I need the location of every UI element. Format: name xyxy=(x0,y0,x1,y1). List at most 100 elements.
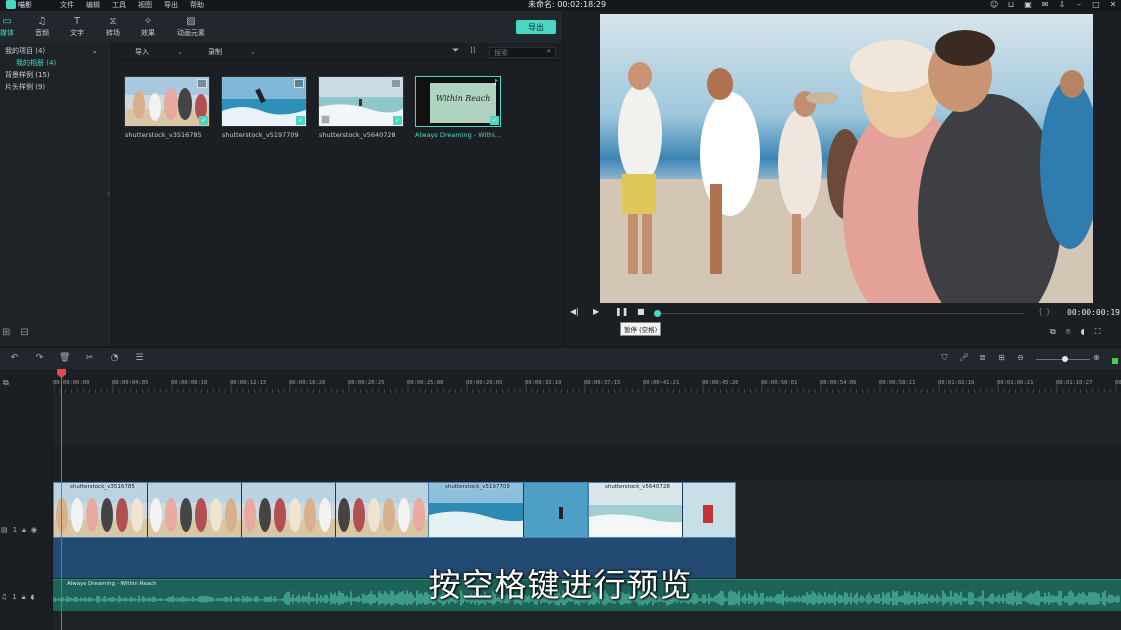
adjust-icon[interactable]: ☰ xyxy=(134,353,145,363)
ruler-label: 00:00:33:10 xyxy=(525,380,562,386)
zoom-out-icon[interactable]: ⊖ xyxy=(1016,353,1025,363)
ruler-label: 00:00:25:00 xyxy=(407,380,444,386)
download-icon[interactable]: ⇩ xyxy=(1058,0,1066,10)
media-item-2[interactable]: ✓ xyxy=(221,76,307,127)
user-icon[interactable]: ☺ xyxy=(990,0,998,10)
ruler-label: 00:00:37:15 xyxy=(584,380,621,386)
new-folder-icon[interactable]: ⊞ xyxy=(2,327,10,338)
sidebar-item-my-album[interactable]: 我的相册 (4) xyxy=(16,58,56,68)
clip-frame-divider xyxy=(147,483,148,537)
tool-audio[interactable]: ♫ 音频 xyxy=(22,15,62,38)
video-clip-2[interactable]: shutterstock_v5197709 xyxy=(428,482,588,538)
cart-icon[interactable]: ⊔ xyxy=(1007,0,1015,10)
progress-handle[interactable] xyxy=(654,310,661,317)
storyboard-icon xyxy=(294,79,304,88)
chevron-down-icon: ⌄ xyxy=(250,48,256,56)
export-button[interactable]: 导出 xyxy=(516,20,556,34)
clip-frame-figure xyxy=(165,498,177,532)
tool-effects[interactable]: ✧ 效果 xyxy=(128,15,168,38)
progress-track[interactable] xyxy=(658,313,1024,314)
clip-frame-figure xyxy=(195,498,207,532)
tool-transition[interactable]: ⧖ 转场 xyxy=(93,15,133,38)
menu-tools[interactable]: 工具 xyxy=(112,0,126,10)
media-item-4[interactable]: Within Reach ♪ ✓ xyxy=(415,76,501,127)
record-dropdown[interactable]: 录制 ⌄ xyxy=(208,47,256,57)
checkmark-icon: ✓ xyxy=(199,116,208,125)
menu-edit[interactable]: 编辑 xyxy=(86,0,100,10)
clip-frame-figure xyxy=(304,498,316,532)
chevron-down-icon[interactable]: ⌄ xyxy=(92,47,98,55)
microphone-icon[interactable]: 🎤︎ xyxy=(959,353,969,363)
volume-icon[interactable]: ◖ xyxy=(1081,327,1085,337)
previous-frame-icon[interactable]: ◀| xyxy=(570,307,579,316)
collapse-panel-icon[interactable]: ‹ xyxy=(107,189,110,198)
ruler-label: 00:00:08:10 xyxy=(171,380,208,386)
play-icon[interactable]: ▶ xyxy=(593,307,599,316)
sidebar-item-intros[interactable]: 片头样例 (9) xyxy=(5,82,45,92)
delete-icon[interactable]: 🗑 xyxy=(59,353,70,363)
sidebar-item-backgrounds[interactable]: 背景样例 (15) xyxy=(5,70,50,80)
pause-tooltip: 暂停 (空格) xyxy=(620,322,662,336)
menu-view[interactable]: 视图 xyxy=(138,0,152,10)
save-icon[interactable]: ▣ xyxy=(1024,0,1032,10)
media-header: 导入 ⌄ 录制 ⌄ ⏷ ⁞⁞ ⌕ xyxy=(113,43,562,61)
menu-help[interactable]: 帮助 xyxy=(190,0,204,10)
clip-3-frames xyxy=(589,483,735,537)
menu-file[interactable]: 文件 xyxy=(60,0,74,10)
grid-view-icon[interactable]: ⁞⁞ xyxy=(470,46,476,56)
clip-frame-divider xyxy=(335,483,336,537)
split-screen-icon[interactable]: ⊞ xyxy=(997,353,1006,363)
filter-icon[interactable]: ⏷ xyxy=(452,46,459,56)
pause-icon[interactable]: ❚❚ xyxy=(615,307,628,316)
undo-icon[interactable]: ↶ xyxy=(9,353,20,363)
sidebar-item-my-projects[interactable]: 我的项目 (4) xyxy=(5,46,45,56)
mark-in-out-icon[interactable]: { } xyxy=(1038,307,1051,316)
delete-folder-icon[interactable]: ⊟ xyxy=(20,327,28,338)
tool-audio-label: 音频 xyxy=(35,29,49,37)
tool-elements[interactable]: ▨ 动画元素 xyxy=(171,15,211,38)
clip-frame-figure xyxy=(413,498,425,532)
media-item-1[interactable]: ✓ xyxy=(124,76,210,127)
zoom-slider-handle[interactable] xyxy=(1062,356,1068,362)
fullscreen-icon[interactable]: ⛶ xyxy=(1095,327,1101,337)
menu-export[interactable]: 导出 xyxy=(164,0,178,10)
search-icon[interactable]: ⌕ xyxy=(547,47,551,56)
tool-text[interactable]: T 文字 xyxy=(57,15,97,38)
video-clip-1[interactable]: shutterstock_v3516785 xyxy=(53,482,429,538)
maximize-icon[interactable]: □ xyxy=(1092,0,1100,10)
cut-icon[interactable]: ✂ xyxy=(84,353,95,363)
storyboard-icon xyxy=(197,79,207,88)
render-preview-icon[interactable]: ⧉ xyxy=(1050,327,1056,337)
eye-icon[interactable]: ◉ xyxy=(31,526,37,535)
mail-icon[interactable]: ✉ xyxy=(1041,0,1049,10)
search-input[interactable] xyxy=(489,47,556,58)
music-note-icon: ♪ xyxy=(492,78,498,87)
video-preview[interactable] xyxy=(600,14,1093,303)
media-item-3[interactable]: ✓ xyxy=(318,76,404,127)
ruler-label: 00:01:10:27 xyxy=(1056,380,1093,386)
timeline-ruler[interactable]: ⧉ 00:00:00:00 00:00:04:05 00:00:08:10 00:00… xyxy=(0,369,1121,393)
mixer-icon[interactable]: ≣ xyxy=(978,353,987,363)
zoom-in-icon[interactable]: ⊕ xyxy=(1093,353,1100,362)
title-bar: 喵影 文件 编辑 工具 视图 导出 帮助 未命名: 00:02:18:29 ☺ … xyxy=(0,0,1121,11)
video-clip-3[interactable]: shutterstock_v5640728 xyxy=(588,482,736,538)
import-dropdown[interactable]: 导入 ⌄ xyxy=(135,47,183,57)
close-icon[interactable]: ✕ xyxy=(1109,0,1117,10)
clip-frame-divider xyxy=(241,483,242,537)
speed-icon[interactable]: ◔ xyxy=(109,353,120,363)
redo-icon[interactable]: ↷ xyxy=(34,353,45,363)
timeline-toolbar: ↶ ↷ 🗑 ✂ ◔ ☰ ⛉ 🎤︎ ≣ ⊞ ⊖ ⊕ xyxy=(0,347,1121,369)
main-toolbar: ▭ 媒体 ♫ 音频 T 文字 ⧖ 转场 ✧ 效果 ▨ 动画元素 导出 xyxy=(0,11,562,43)
image-icon: ▨ xyxy=(186,16,196,27)
checkmark-icon: ✓ xyxy=(490,116,499,125)
marker-icon[interactable]: ⛉ xyxy=(940,353,949,363)
media-library: 导入 ⌄ 录制 ⌄ ⏷ ⁞⁞ ⌕ ✓ shutterstock_v3516785 xyxy=(113,43,562,346)
add-track-icon[interactable]: ⧉ xyxy=(3,378,9,388)
lock-icon[interactable]: 🔒︎ xyxy=(22,526,26,535)
music-note-icon: ♫ xyxy=(37,16,47,27)
stop-icon[interactable]: ■ xyxy=(637,307,645,316)
clip-frame-figure xyxy=(259,498,271,532)
ruler-label: 00:00:58:11 xyxy=(879,380,916,386)
snapshot-icon[interactable]: ⌾ xyxy=(1066,327,1071,337)
minimize-icon[interactable]: – xyxy=(1075,0,1083,10)
